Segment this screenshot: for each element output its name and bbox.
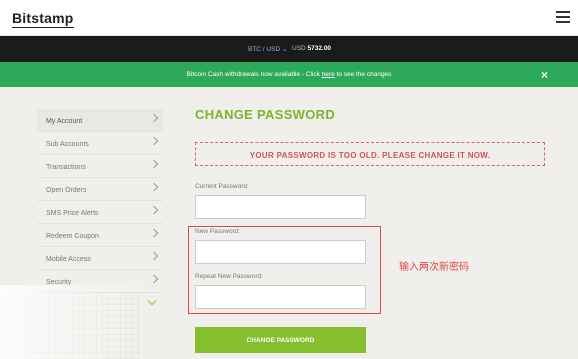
sidebar-item-label: Mobile Access [46,256,91,263]
chevron-right-icon [149,205,159,215]
current-password-input[interactable] [196,196,365,218]
price-currency: USD [292,45,306,52]
current-password-field[interactable] [195,195,366,219]
last-price: USD 5732.00 [292,45,331,52]
price-bar: BTC / USD ⌄ USD 5732.00 [0,36,578,62]
sidebar-item-label: Transactions [46,164,86,171]
notice-text-before: Bitcoin Cash withdrawals now available -… [186,71,322,78]
sidebar-item-label: SMS Price Alerts [46,210,99,217]
price-value: 5732.00 [307,45,332,52]
notice-text: Bitcoin Cash withdrawals now available -… [0,71,578,78]
page-title: CHANGE PASSWORD [195,107,336,122]
notice-link[interactable]: here [322,71,335,78]
account-sidebar: My Account Sub Accounts Transactions Ope… [37,109,163,306]
annotation-note: 输入两次新密码 [399,262,469,273]
sidebar-item-label: Sub Accounts [46,141,89,148]
chevron-right-icon [149,228,159,238]
bitstamp-logo[interactable]: Bitstamp [12,10,74,28]
chevron-right-icon [149,274,159,284]
sidebar-item-open-orders[interactable]: Open Orders [37,178,163,201]
decorative-fade [0,285,150,359]
sidebar-item-sub-accounts[interactable]: Sub Accounts [37,132,163,155]
sidebar-item-label: Open Orders [46,187,87,194]
top-navbar: Bitstamp [0,0,578,36]
sidebar-item-label: My Account [46,118,83,125]
current-password-label: Current Password: [195,183,249,190]
chevron-right-icon [149,251,159,261]
chevron-right-icon [149,136,159,146]
currency-pair-selector[interactable]: BTC / USD ⌄ [248,45,287,53]
sidebar-item-mobile-access[interactable]: Mobile Access [37,247,163,270]
close-icon[interactable]: × [541,68,548,82]
notice-banner: Bitcoin Cash withdrawals now available -… [0,62,578,87]
sidebar-item-sms-price-alerts[interactable]: SMS Price Alerts [37,201,163,224]
password-expired-warning: YOUR PASSWORD IS TOO OLD. PLEASE CHANGE … [195,142,545,166]
sidebar-item-my-account[interactable]: My Account [37,109,163,132]
sidebar-item-redeem-coupon[interactable]: Redeem Coupon [37,224,163,247]
sidebar-item-label: Redeem Coupon [46,233,99,240]
annotation-highlight-box [188,226,381,314]
menu-icon[interactable] [556,11,570,23]
chevron-right-icon [149,113,159,123]
change-password-button[interactable]: CHANGE PASSWORD [195,327,366,353]
notice-text-after: to see the changes [334,71,392,78]
sidebar-item-transactions[interactable]: Transactions [37,155,163,178]
chevron-right-icon [149,159,159,169]
chevron-right-icon [149,182,159,192]
